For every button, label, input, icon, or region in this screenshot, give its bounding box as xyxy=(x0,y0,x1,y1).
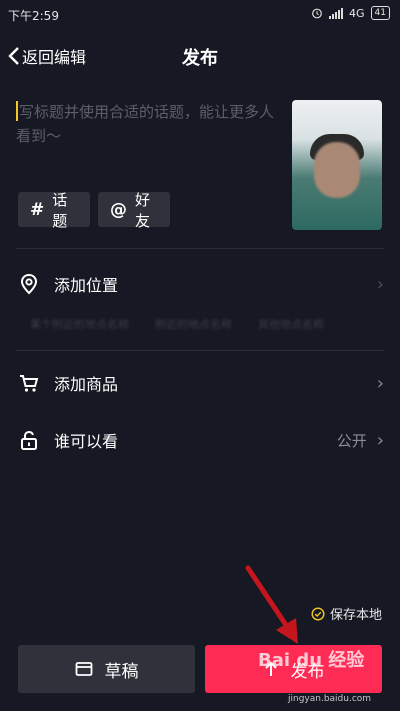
divider xyxy=(16,350,384,351)
add-product-row[interactable]: 添加商品 › xyxy=(18,365,384,401)
mention-label: 好友 xyxy=(135,190,151,230)
location-suggestion[interactable]: 其他地点名称 xyxy=(258,316,324,340)
save-local-label: 保存本地 xyxy=(329,608,382,623)
chevron-right-icon: › xyxy=(376,429,384,451)
signal-icon xyxy=(329,7,344,19)
location-suggestion[interactable]: 某个附近的地点名称 xyxy=(30,316,129,340)
save-local-toggle[interactable]: 保存本地 xyxy=(311,604,382,623)
draft-button[interactable]: 草稿 xyxy=(18,645,195,693)
caption-placeholder: 写标题并使用合适的话题，能让更多人看到～ xyxy=(16,103,275,145)
visibility-label: 谁可以看 xyxy=(54,432,119,451)
add-product-label: 添加商品 xyxy=(54,375,119,394)
status-icons: 4G 41 xyxy=(311,6,390,20)
hashtag-icon: # xyxy=(30,199,45,220)
baidu-watermark-url: jingyan.baidu.com xyxy=(288,694,372,704)
unlock-icon xyxy=(21,430,37,450)
chevron-right-icon: › xyxy=(376,273,384,295)
location-suggestion[interactable]: 附近的地点名称 xyxy=(155,316,232,340)
page-title: 发布 xyxy=(182,48,218,69)
visibility-value: 公开 xyxy=(336,431,367,450)
mention-friend-button[interactable]: @ 好友 xyxy=(98,191,170,230)
location-suggestions: 某个附近的地点名称 附近的地点名称 其他地点名称 xyxy=(0,316,400,340)
divider xyxy=(16,248,384,249)
add-location-label: 添加位置 xyxy=(54,276,119,295)
chevron-right-icon: › xyxy=(376,372,384,394)
video-cover-thumbnail[interactable] xyxy=(292,100,382,230)
network-type: 4G xyxy=(349,6,365,20)
location-pin-icon xyxy=(20,273,38,295)
hashtag-label: 话题 xyxy=(52,190,68,230)
status-bar: 下午2:59 4G 41 xyxy=(0,0,400,28)
baidu-watermark: Bai du 经验 xyxy=(258,650,365,671)
visibility-row[interactable]: 谁可以看 公开 › xyxy=(18,422,384,458)
draft-label: 草稿 xyxy=(104,661,139,682)
shopping-cart-icon xyxy=(20,375,39,392)
caption-input[interactable]: 写标题并使用合适的话题，能让更多人看到～ xyxy=(16,100,274,148)
battery-indicator: 41 xyxy=(370,6,390,20)
header: 返回编辑 发布 xyxy=(0,28,400,84)
status-time: 下午2:59 xyxy=(8,9,59,23)
alarm-icon xyxy=(312,8,322,19)
hashtag-button[interactable]: # 话题 xyxy=(18,191,90,230)
at-icon: @ xyxy=(110,199,127,220)
check-circle-icon xyxy=(311,606,325,621)
text-cursor xyxy=(16,101,18,121)
add-location-row[interactable]: 添加位置 › xyxy=(18,266,384,302)
annotation-arrow xyxy=(245,565,298,644)
draft-box-icon xyxy=(75,662,92,676)
